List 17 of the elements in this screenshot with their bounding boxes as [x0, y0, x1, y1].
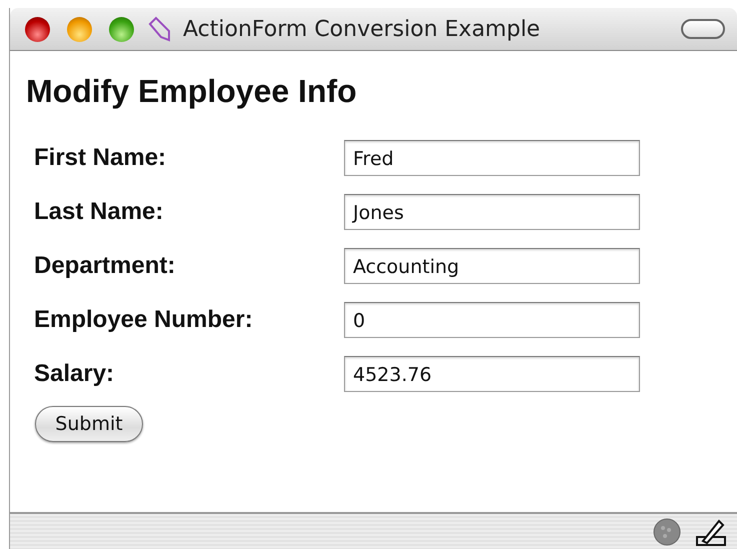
submit-button[interactable]: Submit	[35, 406, 143, 442]
input-field[interactable]: Accounting	[344, 248, 640, 284]
tag-icon	[147, 16, 173, 42]
field-label: Employee Number:	[34, 306, 254, 334]
input-field[interactable]: 4523.76	[344, 356, 640, 392]
field-label: Department:	[34, 252, 176, 280]
zoom-button[interactable]	[109, 16, 134, 42]
field-label: First Name:	[34, 144, 168, 172]
window-title: ActionForm Conversion Example	[183, 16, 542, 42]
close-button[interactable]	[25, 16, 50, 42]
field-label: Last Name:	[34, 198, 164, 226]
input-field[interactable]: 0	[344, 302, 640, 338]
page-heading: Modify Employee Info	[26, 73, 358, 110]
input-field[interactable]: Fred	[344, 140, 640, 176]
toolbar-toggle-button[interactable]	[681, 19, 725, 39]
input-field[interactable]: Jones	[344, 194, 640, 230]
field-label: Salary:	[34, 360, 116, 388]
